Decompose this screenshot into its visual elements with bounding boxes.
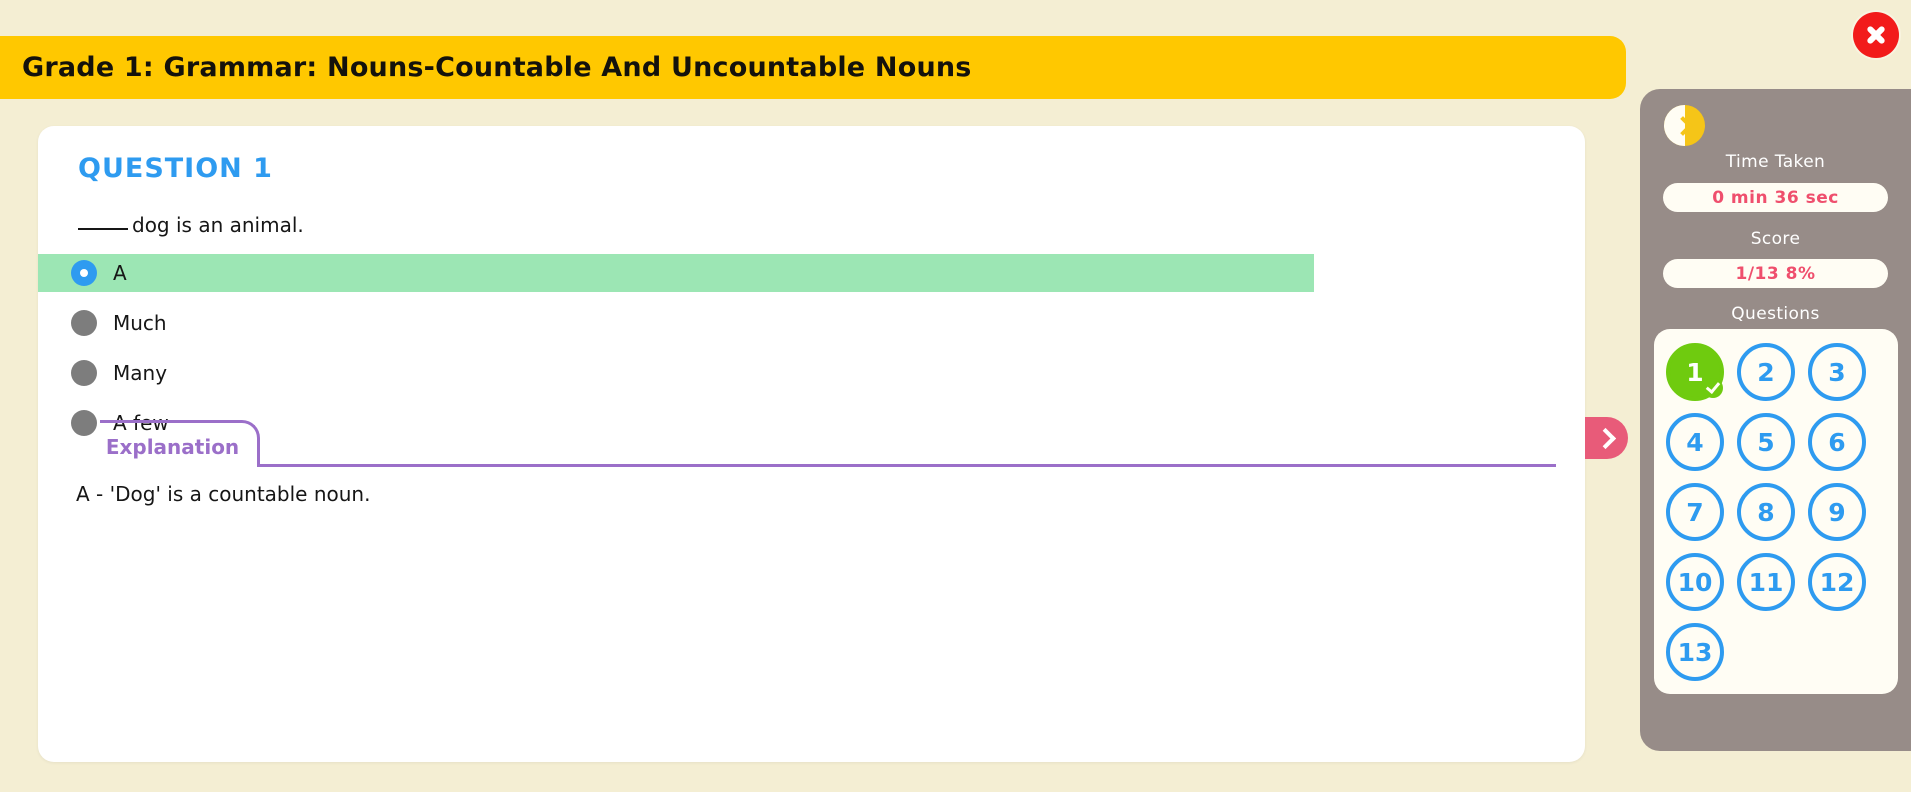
panel-toggle-button[interactable] [1585, 417, 1628, 459]
question-heading: QUESTION 1 [78, 153, 273, 184]
question-number-12[interactable]: 12 [1808, 553, 1866, 611]
question-number-label: 11 [1748, 567, 1784, 597]
question-card: QUESTION 1 dog is an animal. A Much Many A … [38, 126, 1585, 762]
option-row[interactable]: Much [38, 304, 1585, 342]
question-prompt-text: dog is an animal. [132, 213, 304, 237]
option-label: Many [113, 361, 168, 385]
question-number-8[interactable]: 8 [1737, 483, 1795, 541]
question-number-label: 2 [1757, 357, 1775, 387]
explanation-tab-wrap: Explanation [38, 420, 1556, 470]
sidebar: Time Taken 0 min 36 sec Score 1/13 8% Qu… [1640, 89, 1911, 751]
question-number-label: 13 [1677, 637, 1713, 667]
score-value: 1/13 8% [1663, 259, 1888, 288]
sidebar-collapse-button[interactable] [1664, 105, 1705, 146]
radio-selected-icon[interactable] [71, 260, 97, 286]
question-number-7[interactable]: 7 [1666, 483, 1724, 541]
question-number-label: 12 [1819, 567, 1855, 597]
question-grid: 1 2 3 4 5 6 7 8 9 10 11 12 13 [1654, 343, 1898, 681]
chevron-right-icon [1594, 427, 1616, 449]
close-icon[interactable] [1853, 12, 1899, 58]
question-number-1[interactable]: 1 [1666, 343, 1724, 401]
question-number-label: 5 [1757, 427, 1775, 457]
option-row[interactable]: Many [38, 354, 1585, 392]
question-number-3[interactable]: 3 [1808, 343, 1866, 401]
questions-label: Questions [1731, 304, 1820, 324]
option-label: A [113, 261, 127, 285]
answer-blank [78, 228, 128, 230]
question-number-label: 10 [1677, 567, 1713, 597]
score-label: Score [1750, 229, 1801, 249]
question-number-label: 3 [1828, 357, 1846, 387]
question-number-label: 8 [1757, 497, 1775, 527]
radio-icon[interactable] [71, 310, 97, 336]
question-number-9[interactable]: 9 [1808, 483, 1866, 541]
option-row[interactable]: A [38, 254, 1314, 292]
question-number-label: 1 [1686, 357, 1704, 387]
question-number-label: 7 [1686, 497, 1704, 527]
question-number-2[interactable]: 2 [1737, 343, 1795, 401]
explanation-text: A - 'Dog' is a countable noun. [76, 482, 371, 506]
question-number-label: 9 [1828, 497, 1846, 527]
question-number-label: 4 [1686, 427, 1704, 457]
question-number-label: 6 [1828, 427, 1846, 457]
tab-explanation[interactable]: Explanation [100, 420, 260, 467]
question-number-6[interactable]: 6 [1808, 413, 1866, 471]
question-grid-panel: 1 2 3 4 5 6 7 8 9 10 11 12 13 [1654, 329, 1898, 694]
page-title: Grade 1: Grammar: Nouns-Countable And Un… [22, 52, 972, 83]
question-number-5[interactable]: 5 [1737, 413, 1795, 471]
close-x-glyph [1864, 23, 1888, 47]
radio-icon[interactable] [71, 360, 97, 386]
question-number-4[interactable]: 4 [1666, 413, 1724, 471]
question-number-11[interactable]: 11 [1737, 553, 1795, 611]
question-number-10[interactable]: 10 [1666, 553, 1724, 611]
explanation-underline [260, 464, 1556, 467]
title-bar: Grade 1: Grammar: Nouns-Countable And Un… [0, 36, 1626, 99]
time-taken-value: 0 min 36 sec [1663, 183, 1888, 212]
time-taken-label: Time Taken [1725, 152, 1826, 172]
question-prompt: dog is an animal. [78, 213, 304, 237]
option-label: Much [113, 311, 167, 335]
check-tick-glyph [1705, 378, 1721, 395]
tab-explanation-label: Explanation [105, 435, 240, 459]
explanation-area: Explanation A - 'Dog' is a countable nou… [38, 420, 1585, 506]
check-icon [1703, 378, 1723, 398]
quiz-screen: Grade 1: Grammar: Nouns-Countable And Un… [0, 0, 1911, 792]
question-number-13[interactable]: 13 [1666, 623, 1724, 681]
